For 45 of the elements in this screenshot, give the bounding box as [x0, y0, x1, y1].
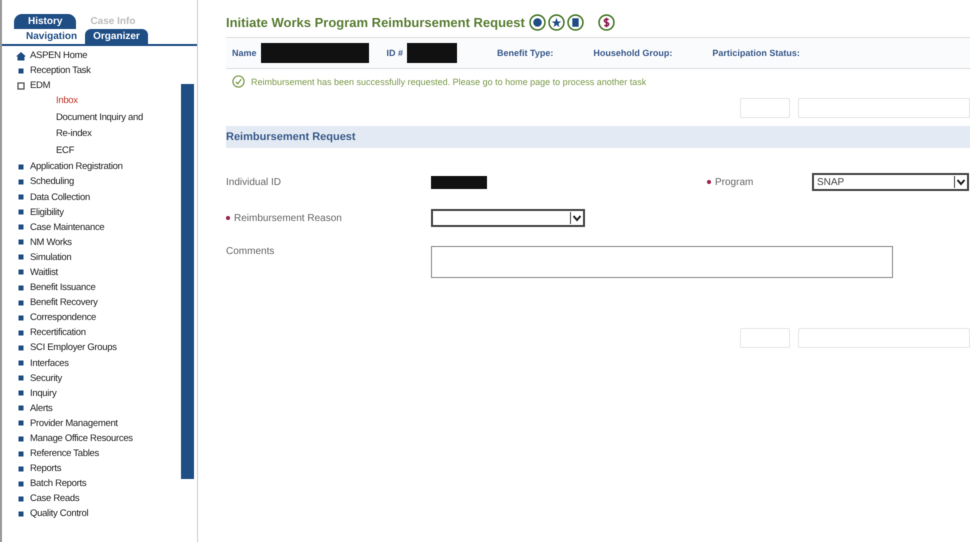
sidebar-tab[interactable]: Organizer: [85, 29, 148, 44]
field-label: Comments: [226, 246, 276, 257]
nav-link[interactable]: NM Works: [30, 236, 72, 248]
nav-link[interactable]: Security: [30, 372, 62, 384]
nav-link[interactable]: Case Reads: [30, 493, 80, 504]
nav-link[interactable]: EDM: [30, 80, 50, 92]
field-label: Individual ID: [226, 176, 282, 188]
nav-link[interactable]: Inbox: [56, 93, 156, 110]
nav-link[interactable]: Benefit Issuance: [30, 282, 96, 294]
header-label: Participation Status:: [712, 48, 800, 58]
field-label: Reimbursement Reason: [234, 212, 342, 224]
nav-link[interactable]: Manage Office Resources: [30, 433, 133, 444]
nav-link[interactable]: Document Inquiry and Re-index: [56, 110, 156, 143]
nav-link[interactable]: Correspondence: [30, 312, 96, 324]
nav-link[interactable]: ECF: [56, 142, 156, 160]
header-label: Name: [232, 48, 257, 58]
nav-link[interactable]: Reference Tables: [30, 448, 99, 460]
nav-link[interactable]: Recertification: [30, 327, 86, 338]
nav-link[interactable]: Inquiry: [30, 388, 56, 399]
nav-link[interactable]: ASPEN Home: [30, 50, 88, 62]
page-title: Initiate Works Program Reimbursement Request: [226, 15, 525, 30]
success-message: Reimbursement has been successfully requested. Please go to home page to process another task: [251, 76, 646, 86]
sidebar-tab[interactable]: History: [14, 14, 76, 29]
nav-link[interactable]: Waitlist: [30, 266, 58, 278]
nav-link[interactable]: Batch Reports: [30, 478, 86, 490]
nav-link[interactable]: Alerts: [30, 402, 52, 414]
nav-link[interactable]: Benefit Recovery: [30, 297, 98, 308]
nav-link[interactable]: Eligibility: [30, 206, 64, 218]
nav-link[interactable]: Scheduling: [30, 176, 74, 188]
nav-link[interactable]: SCI Employer Groups: [30, 342, 117, 354]
nav-link[interactable]: Data Collection: [30, 192, 90, 203]
nav-link[interactable]: Provider Management: [30, 418, 118, 429]
nav-link[interactable]: Application Registration: [30, 161, 123, 172]
header-label: Benefit Type:: [497, 48, 554, 58]
nav-link[interactable]: Simulation: [30, 252, 72, 263]
nav-link[interactable]: Reception Task: [30, 65, 91, 76]
field-label: Program: [715, 176, 754, 188]
nav-link[interactable]: Reports: [30, 463, 62, 474]
nav-link[interactable]: Interfaces: [30, 358, 69, 369]
nav-link[interactable]: Quality Control: [30, 508, 88, 520]
nav-link[interactable]: Case Maintenance: [30, 222, 104, 233]
section-title: Reimbursement Request: [226, 131, 356, 143]
header-label: ID #: [386, 48, 404, 58]
header-label: Household Group:: [593, 48, 672, 58]
program-select[interactable]: SNAP: [812, 173, 969, 191]
